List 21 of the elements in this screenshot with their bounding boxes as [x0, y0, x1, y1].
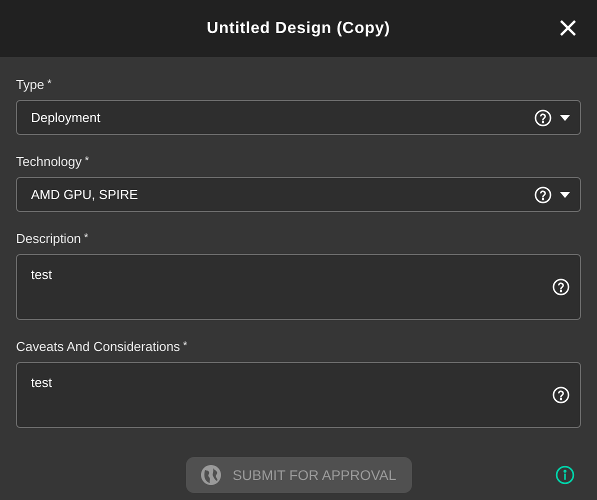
info-icon[interactable]	[555, 465, 575, 485]
help-icon[interactable]	[534, 108, 552, 126]
required-mark: *	[183, 339, 188, 353]
required-mark: *	[47, 77, 52, 91]
close-button[interactable]	[559, 19, 577, 37]
text-area[interactable]: test	[16, 362, 581, 428]
text-area[interactable]: test	[16, 254, 581, 320]
help-icon[interactable]	[552, 386, 570, 404]
help-icon[interactable]	[552, 278, 570, 296]
caret-icon[interactable]	[560, 192, 570, 198]
field-label: Caveats And Considerations	[16, 339, 180, 355]
caret-icon[interactable]	[560, 114, 570, 120]
field-label: Type	[16, 77, 44, 93]
required-mark: *	[84, 231, 88, 245]
dialog-title: Untitled Design (Copy)	[206, 18, 390, 38]
required-mark: *	[84, 154, 90, 168]
field-label: Description	[16, 231, 82, 247]
help-icon[interactable]	[534, 186, 552, 204]
select-field[interactable]: AMD GPU, SPIRE	[16, 177, 581, 212]
select-field[interactable]: Deployment	[16, 100, 581, 135]
field-label: Technology	[16, 154, 82, 170]
